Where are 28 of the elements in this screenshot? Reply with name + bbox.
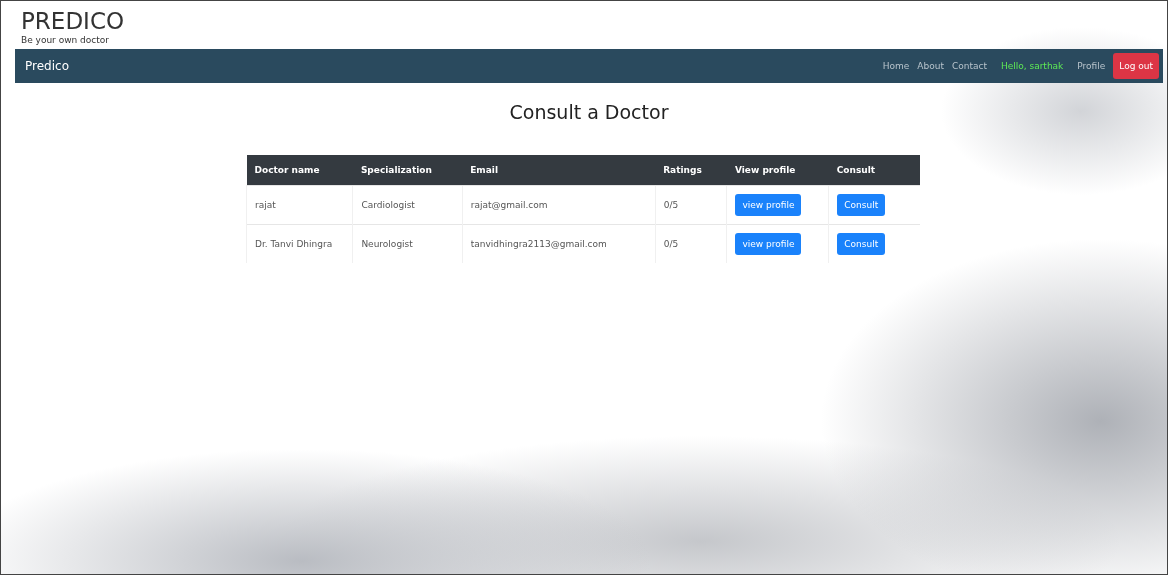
nav-link[interactable]: Home [882, 61, 910, 71]
user-greeting[interactable]: Hello, sarthak [1000, 61, 1064, 71]
table-cell: rajat@gmail.com [462, 185, 656, 225]
site-title: PREDICO [21, 7, 125, 35]
page-heading: Consult a Doctor [509, 101, 669, 123]
table-cell: 0/5 [655, 224, 727, 263]
nav-link[interactable]: About [917, 61, 944, 71]
view-profile-button[interactable]: view profile [735, 233, 802, 255]
table-cell: Cardiologist [352, 185, 463, 225]
nav-link[interactable]: Profile [1077, 61, 1106, 71]
table-cell: 0/5 [655, 185, 727, 225]
column-header: Specialization [352, 155, 463, 186]
nav-link[interactable]: Contact [951, 61, 987, 71]
logout-button[interactable]: Log out [1113, 53, 1159, 79]
column-header: Ratings [655, 155, 727, 186]
consult-button[interactable]: Consult [837, 233, 886, 255]
site-tagline: Be your own doctor [21, 35, 109, 45]
table-cell: Dr. Tanvi Dhingra [246, 224, 353, 263]
table-cell: rajat [246, 185, 353, 225]
navbar-brand[interactable]: Predico [25, 59, 69, 73]
table-cell: tanvidhingra2113@gmail.com [462, 224, 656, 263]
consult-button[interactable]: Consult [837, 194, 886, 216]
view-profile-button[interactable]: view profile [735, 194, 802, 216]
column-header: Email [462, 155, 656, 186]
column-header: Consult [828, 155, 920, 186]
table-cell: Neurologist [352, 224, 463, 263]
column-header: View profile [726, 155, 829, 186]
column-header: Doctor name [246, 155, 353, 186]
